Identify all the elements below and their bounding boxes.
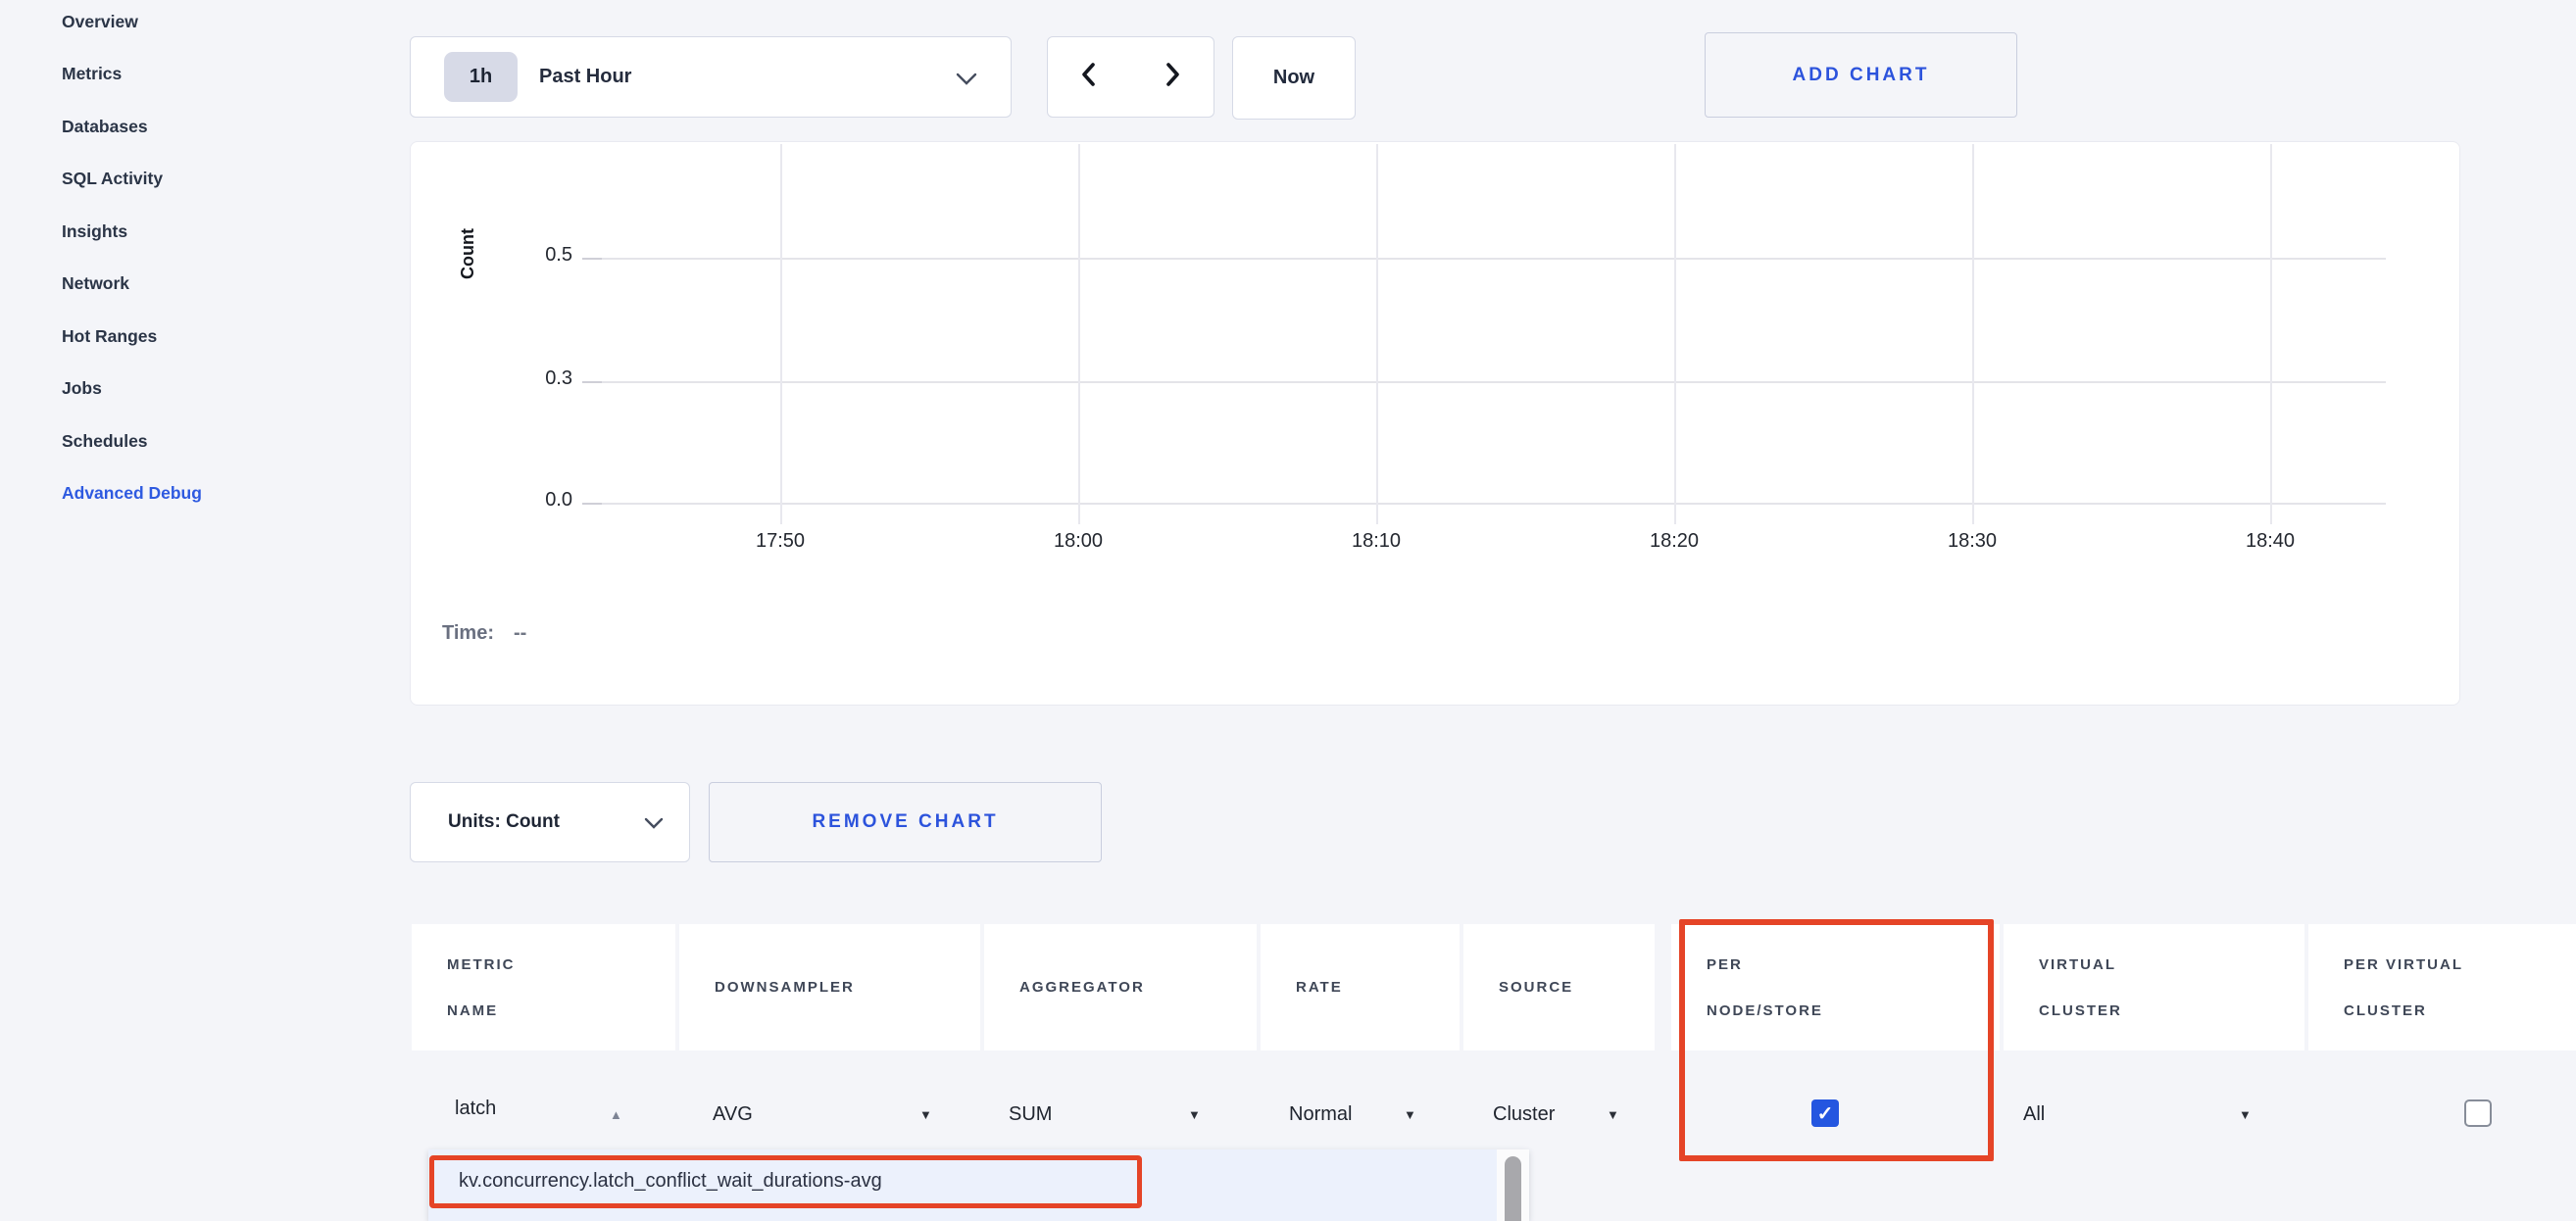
column-header-source: SOURCE: [1463, 924, 1655, 1050]
sidebar-item-overview[interactable]: Overview: [62, 4, 138, 39]
time-label: Time:: [442, 622, 494, 644]
y-tick-label: 0.0: [494, 489, 572, 512]
column-header-per-node-store: PER NODE/STORE: [1671, 924, 2000, 1050]
add-chart-button[interactable]: ADD CHART: [1705, 32, 2017, 118]
check-icon: ✓: [1817, 1101, 1834, 1126]
dropdown-scrollbar[interactable]: [1497, 1149, 1529, 1221]
metric-name-input[interactable]: [455, 1098, 602, 1120]
sidebar-item-databases[interactable]: Databases: [62, 109, 148, 144]
rate-select[interactable]: Normal: [1289, 1103, 1352, 1126]
chevron-down-icon: [644, 817, 664, 830]
sidebar-item-network[interactable]: Network: [62, 266, 129, 301]
time-range-picker[interactable]: 1h Past Hour: [410, 36, 1012, 118]
sidebar-item-schedules[interactable]: Schedules: [62, 423, 148, 459]
chevron-left-icon: [1077, 61, 1101, 93]
y-tick-label: 0.5: [494, 244, 572, 267]
column-header-aggregator: AGGREGATOR: [984, 924, 1257, 1050]
gridline-x-1750: [780, 144, 782, 524]
now-button[interactable]: Now: [1232, 36, 1356, 120]
metric-suggestion-text: kv.concurrency.latch_conflict_wait_durat…: [459, 1170, 882, 1193]
sidebar-item-insights[interactable]: Insights: [62, 214, 127, 249]
dropdown-arrow-icon[interactable]: ▼: [1404, 1107, 1416, 1122]
y-axis-label: Count: [458, 166, 481, 342]
y-tick-label: 0.3: [494, 367, 572, 390]
prev-range-button[interactable]: [1047, 36, 1131, 118]
gridline-x-1840: [2270, 144, 2272, 524]
time-value: --: [514, 622, 526, 644]
time-range-badge: 1h: [444, 52, 518, 102]
time-range-label: Past Hour: [539, 66, 631, 88]
gridline-y-0_0: [582, 503, 2386, 505]
scrollbar-thumb[interactable]: [1505, 1156, 1521, 1221]
per-virtual-cluster-checkbox[interactable]: [2464, 1099, 2492, 1127]
aggregator-select[interactable]: SUM: [1009, 1103, 1052, 1126]
next-range-button[interactable]: [1130, 36, 1214, 118]
x-tick-label: 18:40: [2202, 530, 2339, 553]
sidebar-item-jobs[interactable]: Jobs: [62, 370, 102, 406]
column-header-virtual-cluster: VIRTUAL CLUSTER: [2004, 924, 2304, 1050]
gridline-x-1810: [1376, 144, 1378, 524]
metric-suggestion-item[interactable]: kv.concurrency.latch_conflict_wait_durat…: [428, 1149, 1497, 1221]
source-select[interactable]: Cluster: [1493, 1103, 1555, 1126]
column-header-rate: RATE: [1261, 924, 1460, 1050]
column-header-metric-name: METRIC NAME: [412, 924, 675, 1050]
sidebar-item-metrics[interactable]: Metrics: [62, 56, 122, 91]
hover-time-readout: Time: --: [442, 622, 526, 645]
x-tick-label: 18:30: [1904, 530, 2041, 553]
chart-panel: Count 0.5 0.3 0.0 17:50 18:00 18:10 18:2…: [410, 141, 2460, 706]
gridline-y-0_3: [582, 381, 2386, 383]
chevron-right-icon: [1161, 61, 1184, 93]
sidebar-item-hot-ranges[interactable]: Hot Ranges: [62, 318, 157, 354]
virtual-cluster-select[interactable]: All: [2023, 1103, 2045, 1126]
sort-up-icon: ▲: [610, 1107, 622, 1122]
gridline-x-1800: [1078, 144, 1080, 524]
chevron-down-icon: [956, 73, 977, 91]
gridline-y-0_5: [582, 258, 2386, 260]
downsampler-select[interactable]: AVG: [713, 1103, 753, 1126]
x-tick-label: 18:10: [1308, 530, 1445, 553]
units-select[interactable]: Units: Count: [410, 782, 690, 862]
sidebar-item-sql-activity[interactable]: SQL Activity: [62, 161, 163, 196]
column-header-per-virtual-cluster: PER VIRTUAL CLUSTER: [2308, 924, 2576, 1050]
sidebar-item-advanced-debug[interactable]: Advanced Debug: [62, 475, 202, 511]
gridline-x-1830: [1972, 144, 1974, 524]
units-select-value: Units: Count: [448, 811, 560, 833]
dropdown-arrow-icon[interactable]: ▼: [919, 1107, 932, 1122]
dropdown-arrow-icon[interactable]: ▼: [1188, 1107, 1201, 1122]
advanced-debug-custom-chart-page: Overview Metrics Databases SQL Activity …: [0, 0, 2576, 1221]
x-tick-label: 18:20: [1606, 530, 1743, 553]
metric-suggestion-dropdown: kv.concurrency.latch_conflict_wait_durat…: [428, 1149, 1529, 1221]
x-tick-label: 18:00: [1010, 530, 1147, 553]
per-node-store-checkbox[interactable]: ✓: [1811, 1099, 1839, 1127]
gridline-x-1820: [1674, 144, 1676, 524]
dropdown-arrow-icon[interactable]: ▼: [1607, 1107, 1619, 1122]
column-header-downsampler: DOWNSAMPLER: [679, 924, 980, 1050]
remove-chart-button[interactable]: REMOVE CHART: [709, 782, 1102, 862]
dropdown-arrow-icon[interactable]: ▼: [2239, 1107, 2252, 1122]
x-tick-label: 17:50: [712, 530, 849, 553]
